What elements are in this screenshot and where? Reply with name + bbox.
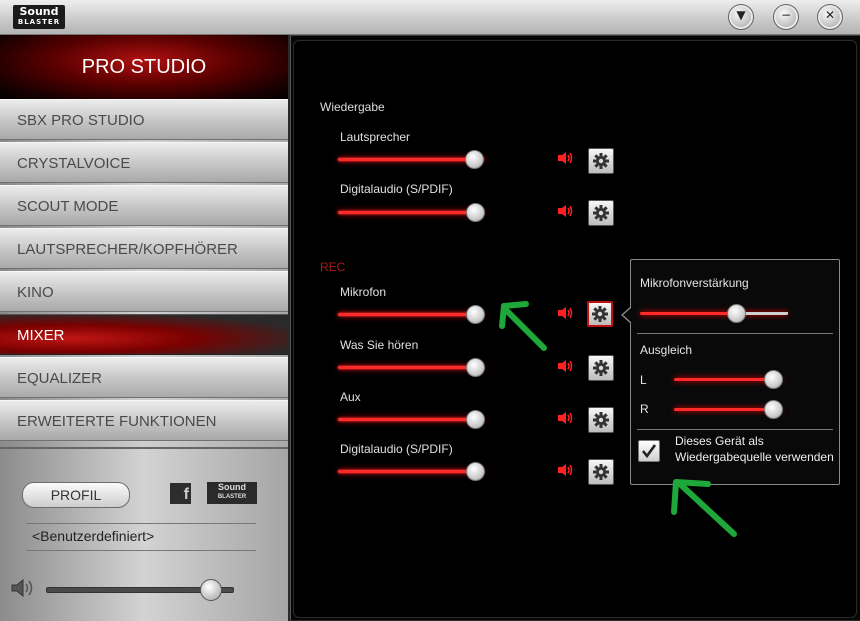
sidebar-header: PRO STUDIO — [0, 35, 288, 99]
checkbox-label-line-1: Dieses Gerät als — [675, 434, 764, 448]
logo-line-1: Sound — [19, 5, 59, 18]
channel-slider[interactable] — [338, 150, 484, 169]
channel-slider[interactable] — [338, 358, 486, 377]
gear-icon — [592, 306, 608, 322]
divider — [26, 523, 256, 524]
channel-slider[interactable] — [338, 305, 486, 324]
slider-knob[interactable] — [764, 400, 784, 419]
master-volume-knob[interactable] — [199, 579, 222, 601]
sound-blaster-link-logo[interactable]: Sound BLASTER — [207, 482, 257, 504]
channel-label: Lautsprecher — [340, 130, 411, 144]
balance-label: Ausgleich — [640, 343, 693, 357]
popup-pointer-inner — [623, 308, 631, 322]
channel-label: Mikrofon — [340, 285, 387, 299]
sidebar-item-erweiterte-funktionen[interactable]: ERWEITERTE FUNKTIONEN — [0, 400, 288, 441]
gear-icon — [593, 464, 609, 480]
gear-icon — [593, 412, 609, 428]
balance-left-label: L — [640, 373, 647, 387]
sidebar-item-equalizer[interactable]: EQUALIZER — [0, 357, 288, 398]
close-button[interactable]: ✕ — [817, 4, 843, 30]
speaker-icon — [10, 577, 34, 604]
settings-button-active[interactable] — [587, 301, 613, 327]
facebook-icon[interactable]: f — [170, 483, 191, 504]
divider — [637, 333, 833, 334]
sb-logo-line-1: Sound — [218, 482, 246, 492]
gear-icon — [593, 205, 609, 221]
use-as-playback-source-checkbox[interactable] — [638, 440, 660, 462]
checkmark-icon — [641, 444, 657, 459]
settings-button[interactable] — [588, 200, 614, 226]
settings-button[interactable] — [588, 407, 614, 433]
minimize-icon: − — [780, 8, 792, 22]
annotation-arrow-icon — [671, 479, 737, 537]
channel-slider[interactable] — [338, 410, 486, 429]
balance-right-label: R — [640, 402, 649, 416]
rec-section-title: REC — [320, 260, 346, 274]
slider-knob[interactable] — [727, 304, 747, 323]
sidebar-item-sbx-pro-studio[interactable]: SBX PRO STUDIO — [0, 99, 288, 140]
playback-section-title: Wiedergabe — [320, 100, 385, 114]
settings-button[interactable] — [588, 355, 614, 381]
gear-icon — [593, 153, 609, 169]
speaker-mute-icon[interactable] — [557, 151, 573, 170]
slider-knob[interactable] — [466, 410, 486, 429]
sidebar-item-scout-mode[interactable]: SCOUT MODE — [0, 185, 288, 226]
channel-label: Digitalaudio (S/PDIF) — [340, 442, 453, 456]
microphone-settings-popup: Mikrofonverstärkung Ausgleich L R Dieses… — [630, 259, 840, 485]
slider-knob[interactable] — [764, 370, 784, 389]
title-bar: Sound BLASTER ▼ − ✕ — [0, 0, 860, 35]
slider-knob[interactable] — [466, 203, 486, 222]
balance-right-slider[interactable] — [674, 400, 784, 419]
slider-knob[interactable] — [464, 150, 484, 169]
sidebar-item-crystalvoice[interactable]: CRYSTALVOICE — [0, 142, 288, 183]
sidebar-item-kino[interactable]: KINO — [0, 271, 288, 312]
mic-boost-label: Mikrofonverstärkung — [640, 276, 749, 290]
balance-left-slider[interactable] — [674, 370, 784, 389]
mic-boost-slider[interactable] — [640, 304, 788, 323]
settings-button[interactable] — [588, 459, 614, 485]
speaker-mute-icon[interactable] — [557, 359, 573, 378]
speaker-mute-icon[interactable] — [557, 306, 573, 325]
sound-blaster-logo: Sound BLASTER — [13, 5, 65, 29]
sidebar-nav: SBX PRO STUDIO CRYSTALVOICE SCOUT MODE L… — [0, 99, 288, 443]
profile-button[interactable]: PROFIL — [22, 482, 130, 508]
slider-knob[interactable] — [466, 462, 486, 481]
annotation-arrow-icon — [499, 301, 547, 351]
profile-name[interactable]: <Benutzerdefiniert> — [32, 528, 154, 544]
slider-knob[interactable] — [466, 305, 486, 324]
slider-knob[interactable] — [466, 358, 486, 377]
profile-panel: PROFIL f Sound BLASTER <Benutzerdefinier… — [0, 447, 288, 621]
speaker-mute-icon[interactable] — [557, 204, 573, 223]
gear-icon — [593, 360, 609, 376]
checkbox-label: Dieses Gerät als Wiedergabequelle verwen… — [675, 433, 834, 465]
divider — [26, 550, 256, 551]
channel-label: Digitalaudio (S/PDIF) — [340, 182, 453, 196]
channel-label: Aux — [340, 390, 361, 404]
channel-label: Was Sie hören — [340, 338, 419, 352]
speaker-mute-icon[interactable] — [557, 463, 573, 482]
sidebar-item-mixer[interactable]: MIXER — [0, 314, 288, 355]
sb-logo-line-2: BLASTER — [217, 494, 247, 500]
sidebar: PRO STUDIO SBX PRO STUDIO CRYSTALVOICE S… — [0, 35, 288, 621]
chevron-down-icon: ▼ — [736, 8, 746, 22]
divider — [637, 429, 833, 430]
minimize-button[interactable]: − — [773, 4, 799, 30]
collapse-button[interactable]: ▼ — [728, 4, 754, 30]
close-icon: ✕ — [824, 8, 836, 22]
channel-slider[interactable] — [338, 462, 486, 481]
sidebar-item-lautsprecher-kopfhoerer[interactable]: LAUTSPRECHER/KOPFHÖRER — [0, 228, 288, 269]
settings-button[interactable] — [588, 148, 614, 174]
checkbox-label-line-2: Wiedergabequelle verwenden — [675, 450, 834, 464]
channel-slider[interactable] — [338, 203, 486, 222]
speaker-mute-icon[interactable] — [557, 411, 573, 430]
logo-line-2: BLASTER — [17, 18, 61, 26]
